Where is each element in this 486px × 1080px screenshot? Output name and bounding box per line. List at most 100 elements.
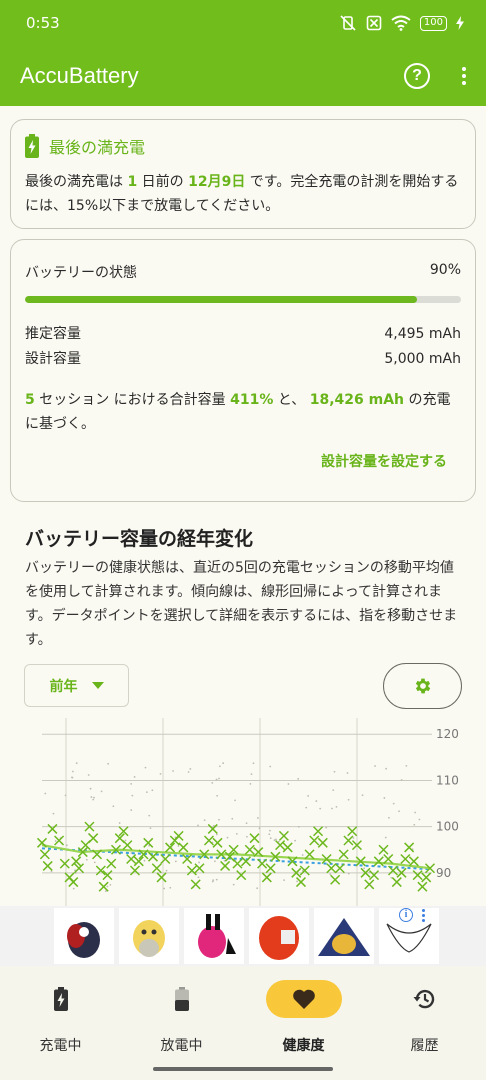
- nav-discharging-label: 放電中: [160, 1038, 203, 1054]
- sim-off-icon: [366, 15, 382, 31]
- chart-noise-dot: [72, 887, 75, 890]
- chart-noise-dot: [211, 781, 214, 784]
- chart-session-point: [387, 865, 399, 876]
- chart-session-point: [173, 830, 184, 841]
- chart-session-point: [275, 840, 286, 851]
- chart-session-point: [236, 870, 247, 881]
- chart-settings-button[interactable]: [383, 663, 462, 709]
- ad-image-5[interactable]: [314, 908, 374, 964]
- chart-session-point: [330, 874, 341, 885]
- chart-session-point: [244, 844, 255, 855]
- chart-y-tick-label: 110: [436, 773, 459, 787]
- chart-noise-dot: [347, 872, 350, 875]
- chart-noise-dot: [130, 809, 133, 811]
- chart-noise-dot: [107, 762, 110, 765]
- chart-session-point: [42, 860, 53, 871]
- chart-session-point: [417, 881, 428, 892]
- chart-noise-dot: [307, 795, 310, 797]
- chart-noise-dot: [235, 832, 238, 835]
- chart-session-point: [309, 835, 320, 846]
- chart-session-point: [313, 826, 324, 837]
- chart-session-point: [68, 877, 79, 888]
- chart-session-point: [334, 863, 345, 874]
- chart-noise-dot: [215, 878, 218, 881]
- chart-y-tick-label: 100: [436, 820, 459, 834]
- chart-noise-dot: [319, 807, 322, 810]
- ad-image-4[interactable]: [249, 908, 309, 964]
- chart-noise-dot: [218, 777, 220, 780]
- chart-session-point: [404, 842, 415, 853]
- chart-session-point: [378, 844, 389, 855]
- set-design-capacity-button[interactable]: 設計容量を設定する: [321, 451, 447, 471]
- status-time: 0:53: [26, 14, 60, 32]
- chart-noise-dot: [329, 873, 332, 876]
- chart-noise-dot: [269, 829, 271, 832]
- capacity-chart[interactable]: 120 110 100 90: [0, 718, 486, 906]
- chart-noise-dot: [392, 802, 395, 805]
- chart-noise-dot: [231, 817, 234, 820]
- chart-noise-dot: [269, 765, 272, 768]
- chart-session-point: [412, 870, 423, 881]
- chart-session-point: [249, 833, 260, 844]
- chart-session-point: [186, 865, 197, 876]
- nav-history[interactable]: 履歴: [364, 980, 485, 1055]
- chart-session-point: [421, 872, 432, 883]
- chart-noise-dot: [172, 770, 174, 772]
- chart-noise-dot: [87, 774, 90, 776]
- nav-health[interactable]: 健康度: [243, 980, 364, 1055]
- chart-session-point: [295, 877, 307, 888]
- chart-noise-dot: [197, 824, 199, 827]
- ad-image-1[interactable]: [54, 908, 114, 964]
- nav-charging[interactable]: 充電中: [0, 980, 121, 1055]
- battery-health-card: バッテリーの状態 90% 推定容量 4,495 mAh 設計容量 5,000 mAh…: [10, 239, 476, 502]
- last-full-charge-card: 最後の満充電 最後の満充電は 1 日前の 12月9日 です。完全充電の計測を開始…: [10, 119, 476, 229]
- chart-session-point: [47, 823, 58, 834]
- chart-noise-dot: [331, 807, 333, 810]
- chart-noise-dot: [198, 861, 201, 864]
- chart-session-point: [95, 865, 106, 876]
- nav-health-label: 健康度: [282, 1038, 325, 1054]
- ad-info-icon[interactable]: i: [399, 908, 413, 922]
- design-capacity-label: 設計容量: [25, 351, 81, 367]
- chart-noise-dot: [385, 767, 388, 770]
- chart-noise-dot: [118, 822, 121, 824]
- vibrate-off-icon: [340, 15, 356, 31]
- overflow-menu-button[interactable]: [462, 67, 466, 85]
- ad-banner[interactable]: i: [0, 906, 486, 966]
- chart-noise-dot: [165, 869, 168, 872]
- chart-noise-dot: [71, 776, 73, 779]
- chart-noise-dot: [269, 837, 272, 840]
- health-percent: 90%: [429, 262, 461, 278]
- ad-image-3[interactable]: [184, 908, 244, 964]
- chart-session-point: [373, 856, 384, 867]
- chart-session-point: [147, 851, 159, 862]
- chart-noise-dot: [149, 827, 152, 830]
- chart-session-point: [194, 863, 205, 874]
- chart-noise-dot: [215, 833, 218, 836]
- chart-session-point: [383, 853, 394, 865]
- chart-session-point: [343, 835, 354, 846]
- chart-noise-dot: [305, 806, 308, 809]
- help-button[interactable]: ?: [404, 63, 430, 89]
- ad-more-icon[interactable]: [422, 909, 425, 922]
- ad-image-2[interactable]: [119, 908, 179, 964]
- period-dropdown[interactable]: 前年: [24, 664, 129, 707]
- chart-session-point: [282, 842, 293, 853]
- chart-session-point: [203, 835, 214, 846]
- chart-session-point: [257, 858, 268, 869]
- chart-session-point: [88, 833, 99, 844]
- status-bar: 0:53 100: [0, 0, 486, 46]
- chart-session-point: [102, 870, 113, 881]
- status-icons: 100: [339, 15, 464, 31]
- bottom-navigation: 充電中 放電中 健康度 履歴: [0, 966, 486, 1080]
- chart-noise-dot: [130, 782, 133, 785]
- chart-noise-dot: [234, 799, 236, 802]
- chart-noise-dot: [418, 818, 421, 821]
- estimated-capacity-label: 推定容量: [25, 326, 81, 342]
- chart-noise-dot: [414, 811, 417, 814]
- history-icon: [413, 989, 434, 1009]
- nav-discharging[interactable]: 放電中: [121, 980, 242, 1055]
- chart-session-point: [129, 865, 140, 876]
- help-icon: ?: [412, 67, 422, 84]
- chart-session-point: [126, 853, 137, 865]
